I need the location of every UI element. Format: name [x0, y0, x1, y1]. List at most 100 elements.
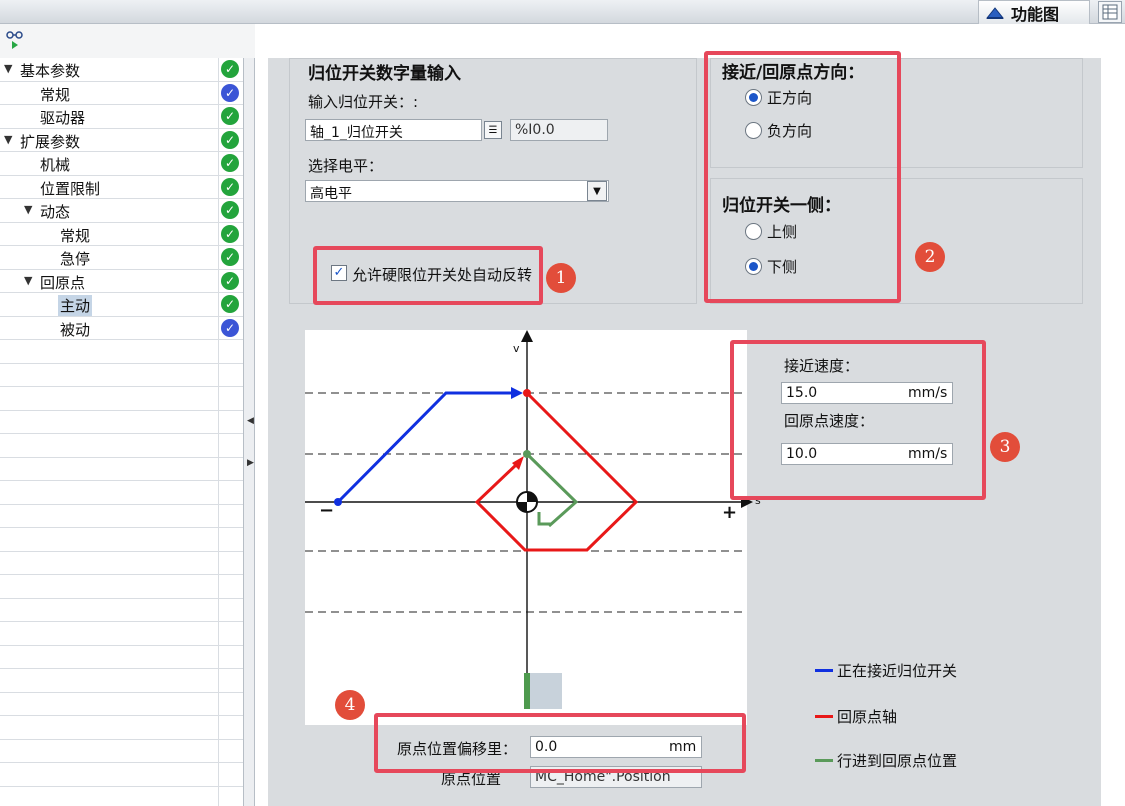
tree-empty-row — [0, 364, 243, 387]
status-ok-icon: ✓ — [221, 107, 239, 125]
tree-item-emergency-stop[interactable]: 急停 ✓ — [0, 246, 243, 270]
parameter-tree: ▼ 基本参数 ✓ 常规 ✓ 驱动器 ✓ ▼ 扩展参数 ✓ 机械 ✓ 位置限制 ✓… — [0, 58, 243, 806]
callout-4 — [374, 713, 746, 773]
tree-item-label: 基本参数 — [20, 62, 81, 80]
legend-approach: 正在接近归位开关 — [815, 660, 957, 681]
badge-2: 2 — [915, 242, 945, 272]
tree-toolbar — [0, 24, 255, 58]
tree-item-label: 急停 — [60, 250, 91, 268]
status-ok-icon: ✓ — [221, 177, 239, 196]
homing-diagram: v s − + — [305, 330, 761, 725]
browse-list-icon[interactable]: ☰ — [484, 121, 502, 139]
tree-item-label: 被动 — [60, 320, 91, 339]
caret-down-icon[interactable]: ▼ — [24, 274, 32, 287]
status-ok-blue-icon: ✓ — [221, 83, 239, 102]
tree-item-mechanics[interactable]: 机械 ✓ — [0, 152, 243, 176]
switch-green-marker — [524, 673, 530, 709]
status-ok-icon: ✓ — [221, 60, 239, 78]
callout-2 — [704, 51, 901, 303]
status-ok-icon: ✓ — [221, 201, 239, 219]
approach-speed-point — [523, 389, 531, 397]
homing-switch-address: %I0.0 — [510, 119, 608, 141]
status-ok-blue-icon: ✓ — [221, 318, 239, 337]
tree-item-active-homing[interactable]: 主动 ✓ — [0, 293, 243, 317]
legend-travel-label: 行进到回原点位置 — [837, 752, 958, 770]
tree-empty-row — [0, 622, 243, 646]
function-view-icon — [985, 6, 1005, 19]
legend-travel: 行进到回原点位置 — [815, 750, 957, 771]
tree-empty-row — [0, 434, 243, 458]
tree-empty-row — [0, 481, 243, 505]
tree-item-label: 机械 — [40, 156, 71, 174]
tree-empty-row — [0, 505, 243, 528]
tree-item-dynamics-general[interactable]: 常规 ✓ — [0, 223, 243, 246]
tab-function-view[interactable]: 功能图 — [978, 0, 1090, 24]
tree-item-extended-params[interactable]: ▼ 扩展参数 ✓ — [0, 129, 243, 152]
start-point — [334, 498, 342, 506]
status-ok-icon: ✓ — [221, 248, 239, 266]
legend-swatch-green — [815, 759, 833, 762]
status-ok-icon: ✓ — [221, 224, 239, 243]
status-ok-icon: ✓ — [221, 130, 239, 149]
legend-swatch-red — [815, 715, 833, 718]
tree-item-dynamics[interactable]: ▼ 动态 ✓ — [0, 199, 243, 223]
tree-item-label: 回原点 — [40, 273, 86, 292]
tree-empty-row — [0, 340, 243, 364]
tree-item-general[interactable]: 常规 ✓ — [0, 82, 243, 105]
tree-item-label: 驱动器 — [40, 109, 86, 127]
tree-item-basic-params[interactable]: ▼ 基本参数 ✓ — [0, 58, 243, 82]
tree-empty-row — [0, 669, 243, 693]
panel-splitter[interactable]: ◀ ▶ — [243, 58, 255, 806]
homing-switch-title: 归位开关数字量输入 — [308, 64, 461, 84]
tree-empty-row — [0, 458, 243, 481]
tree-item-label: 常规 — [40, 85, 71, 104]
minus-label: − — [319, 500, 334, 521]
callout-1 — [313, 246, 543, 305]
function-view-tab-label: 功能图 — [1011, 4, 1060, 24]
level-select[interactable]: 高电平 — [305, 180, 609, 202]
tree-column-divider — [218, 58, 219, 806]
caret-down-icon[interactable]: ▼ — [4, 133, 12, 146]
switch-marker — [530, 673, 562, 709]
caret-down-icon[interactable]: ▼ — [24, 203, 32, 216]
link-view-icon[interactable] — [6, 30, 24, 50]
chevron-down-icon[interactable]: ▼ — [587, 181, 607, 201]
homing-switch-input-label: 输入归位开关：: — [308, 93, 419, 111]
tree-item-homing[interactable]: ▼ 回原点 ✓ — [0, 270, 243, 293]
badge-4: 4 — [335, 690, 365, 720]
collapse-left-icon[interactable]: ◀ — [247, 416, 254, 426]
tree-empty-row — [0, 528, 243, 552]
tree-empty-row — [0, 575, 243, 599]
homing-switch-input[interactable]: 轴_1_归位开关 — [305, 119, 482, 141]
caret-down-icon[interactable]: ▼ — [4, 62, 12, 75]
callout-3 — [730, 340, 986, 500]
tree-empty-row — [0, 646, 243, 669]
legend-homing: 回原点轴 — [815, 706, 897, 727]
homing-speed-point — [523, 450, 531, 458]
level-label: 选择电平： — [308, 157, 384, 175]
tree-empty-row — [0, 599, 243, 622]
plus-label: + — [722, 502, 737, 523]
tree-empty-row — [0, 387, 243, 411]
tree-empty-row — [0, 411, 243, 434]
expand-right-icon[interactable]: ▶ — [247, 458, 254, 468]
tree-item-passive-homing[interactable]: 被动 ✓ — [0, 317, 243, 340]
v-axis-label: v — [513, 342, 520, 355]
legend-swatch-blue — [815, 669, 833, 672]
tree-empty-row — [0, 740, 243, 763]
status-ok-icon: ✓ — [221, 154, 239, 172]
tree-item-drive[interactable]: 驱动器 ✓ — [0, 105, 243, 129]
tree-empty-row — [0, 763, 243, 787]
tree-empty-row — [0, 716, 243, 740]
legend-approach-label: 正在接近归位开关 — [837, 662, 958, 680]
legend-homing-label: 回原点轴 — [837, 708, 898, 726]
badge-1: 1 — [546, 263, 576, 293]
tree-empty-row — [0, 552, 243, 575]
tree-empty-row — [0, 693, 243, 716]
grid-view-icon[interactable] — [1098, 1, 1122, 23]
status-ok-icon: ✓ — [221, 295, 239, 313]
tree-item-position-limits[interactable]: 位置限制 ✓ — [0, 176, 243, 199]
tree-empty-row — [0, 787, 243, 806]
tree-item-label: 常规 — [60, 226, 91, 245]
tree-item-label: 动态 — [40, 203, 71, 221]
